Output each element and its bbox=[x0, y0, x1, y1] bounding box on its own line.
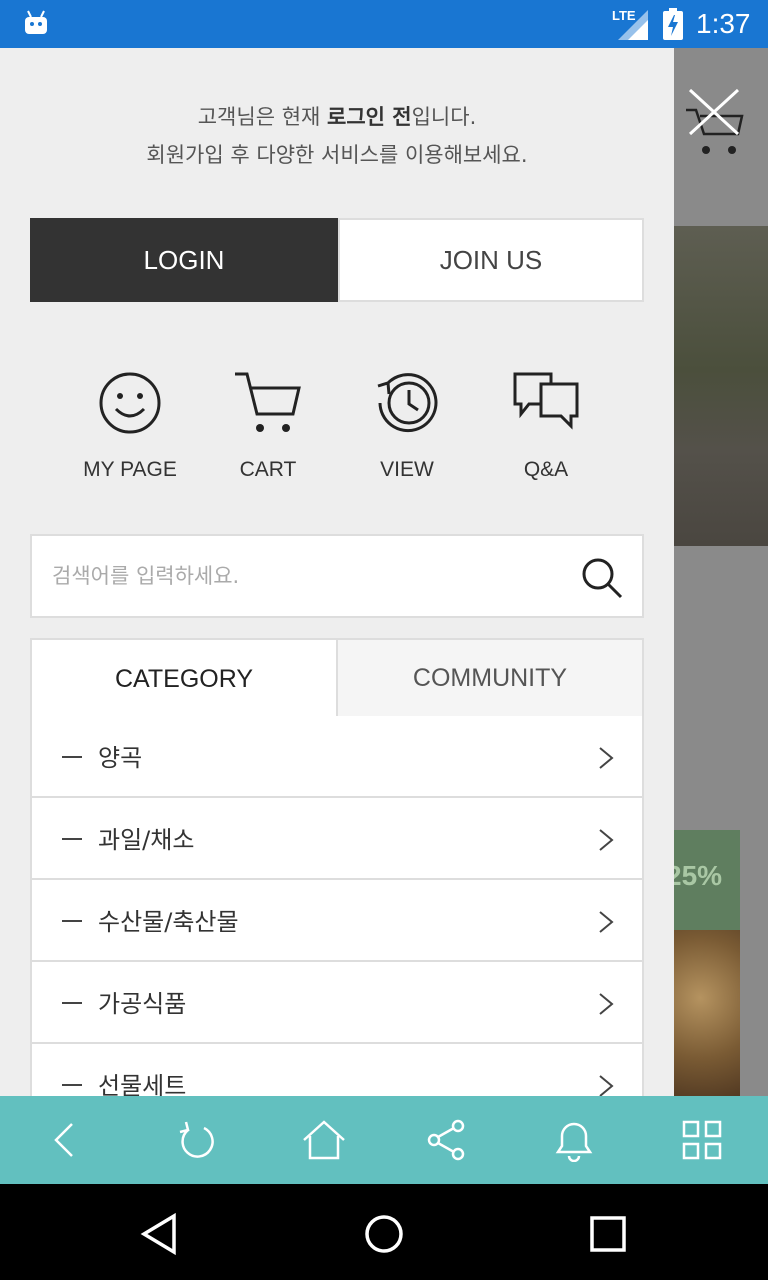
category-item[interactable]: 양곡 bbox=[30, 716, 644, 798]
quick-link-qna[interactable]: Q&A bbox=[486, 368, 606, 482]
tab-category[interactable]: CATEGORY bbox=[30, 638, 338, 718]
status-bar: LTE 1:37 bbox=[0, 0, 768, 48]
category-label: 과일/채소 bbox=[98, 826, 195, 854]
signal-icon bbox=[618, 10, 648, 40]
android-icon bbox=[25, 10, 47, 34]
notice-bold-text: 로그인 전 bbox=[327, 105, 412, 129]
dash-icon bbox=[62, 1002, 82, 1004]
chat-bubbles-icon bbox=[513, 372, 579, 430]
category-item[interactable]: 과일/채소 bbox=[30, 798, 644, 880]
chevron-right-icon bbox=[599, 993, 614, 1015]
back-triangle-icon[interactable] bbox=[138, 1212, 182, 1256]
category-label: 가공식품 bbox=[98, 990, 187, 1018]
home-icon[interactable] bbox=[302, 1118, 346, 1162]
drawer-tabs: CATEGORY COMMUNITY bbox=[30, 638, 644, 718]
dash-icon bbox=[62, 838, 82, 840]
refresh-icon[interactable] bbox=[174, 1118, 218, 1162]
category-label: 선물세트 bbox=[98, 1072, 187, 1096]
category-label: 수산물/축산물 bbox=[98, 908, 239, 936]
bell-icon[interactable] bbox=[552, 1118, 596, 1162]
clock: 1:37 bbox=[696, 8, 751, 39]
search-box bbox=[30, 534, 644, 618]
history-clock-icon bbox=[377, 373, 438, 433]
quick-link-label: CART bbox=[239, 458, 297, 481]
system-nav-bar bbox=[0, 1184, 768, 1280]
recents-square-icon[interactable] bbox=[586, 1212, 630, 1256]
cart-icon bbox=[235, 372, 301, 432]
join-button[interactable]: JOIN US bbox=[338, 218, 644, 302]
background-banner-photo bbox=[674, 226, 768, 546]
chevron-right-icon bbox=[599, 747, 614, 769]
dash-icon bbox=[62, 1084, 82, 1086]
chevron-right-icon bbox=[599, 1075, 614, 1096]
quick-link-label: Q&A bbox=[523, 458, 569, 481]
search-icon[interactable] bbox=[580, 556, 624, 600]
chevron-right-icon bbox=[599, 911, 614, 933]
chevron-right-icon bbox=[599, 829, 614, 851]
background-page: 25% bbox=[674, 48, 768, 1096]
notice-line2: 회원가입 후 다양한 서비스를 이용해보세요. bbox=[146, 143, 528, 167]
back-icon[interactable] bbox=[44, 1118, 88, 1162]
tab-community[interactable]: COMMUNITY bbox=[336, 638, 644, 718]
notice-suffix-text: 입니다. bbox=[411, 105, 477, 129]
dash-icon bbox=[62, 756, 82, 758]
app-bottom-toolbar bbox=[0, 1096, 768, 1184]
category-item[interactable]: 선물세트 bbox=[30, 1044, 644, 1096]
category-label: 양곡 bbox=[98, 744, 143, 772]
quick-link-label: VIEW bbox=[380, 458, 434, 481]
grid-menu-icon[interactable] bbox=[680, 1118, 724, 1162]
smiley-icon bbox=[99, 372, 161, 434]
quick-link-label: MY PAGE bbox=[83, 458, 177, 481]
quick-link-mypage[interactable]: MY PAGE bbox=[70, 368, 190, 482]
category-item[interactable]: 가공식품 bbox=[30, 962, 644, 1044]
login-notice: 고객님은 현재 로그인 전입니다. 회원가입 후 다양한 서비스를 이용해보세요… bbox=[0, 98, 674, 174]
grain-photo bbox=[674, 930, 740, 1096]
category-list: 양곡 과일/채소 수산물/축산물 가공식품 선물세트 bbox=[30, 716, 644, 1096]
dash-icon bbox=[62, 920, 82, 922]
notice-text: 고객님은 현재 bbox=[197, 105, 328, 129]
share-icon[interactable] bbox=[424, 1118, 468, 1162]
side-drawer: 고객님은 현재 로그인 전입니다. 회원가입 후 다양한 서비스를 이용해보세요… bbox=[0, 48, 674, 1096]
quick-link-view[interactable]: VIEW bbox=[347, 368, 467, 482]
quick-link-cart[interactable]: CART bbox=[208, 368, 328, 482]
category-item[interactable]: 수산물/축산물 bbox=[30, 880, 644, 962]
home-circle-icon[interactable] bbox=[362, 1212, 406, 1256]
discount-text: 25% bbox=[674, 860, 723, 891]
search-input[interactable] bbox=[52, 556, 552, 596]
background-product-banner: 25% bbox=[674, 830, 740, 1096]
close-drawer-icon[interactable] bbox=[686, 86, 744, 158]
battery-charging-icon bbox=[663, 8, 683, 40]
login-button[interactable]: LOGIN bbox=[30, 218, 338, 302]
